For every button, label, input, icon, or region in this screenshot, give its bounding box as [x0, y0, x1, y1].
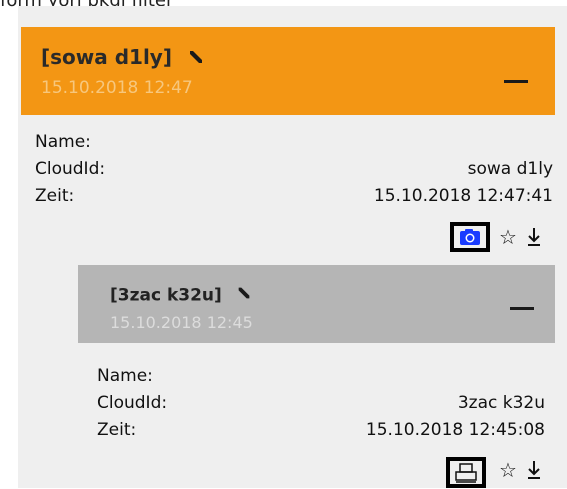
card2-header[interactable]: [3zac k32u] 15.10.2018 12:45	[78, 265, 555, 343]
card2-zeit-label: Zeit:	[97, 420, 137, 440]
card2-cloudid-value: 3zac k32u	[457, 393, 545, 413]
card2-date: 15.10.2018 12:45	[110, 313, 253, 332]
card1-cloudid-label: CloudId:	[35, 159, 106, 179]
star-icon[interactable]: ☆	[499, 227, 517, 247]
card2-zeit-value: 15.10.2018 12:45:08	[365, 420, 545, 440]
download-icon[interactable]	[527, 460, 541, 483]
star-icon[interactable]: ☆	[499, 460, 517, 480]
print-button[interactable]	[446, 457, 486, 488]
card1-title: [sowa d1ly]	[41, 45, 172, 69]
card1-zeit-value: 15.10.2018 12:47:41	[373, 186, 553, 206]
card1-name-label: Name:	[35, 132, 91, 152]
card1-header[interactable]: [sowa d1ly] 15.10.2018 12:47	[21, 27, 555, 115]
card2-title-row: [3zac k32u]	[110, 285, 252, 306]
camera-button[interactable]	[450, 222, 490, 252]
collapse-icon[interactable]	[504, 80, 528, 83]
pencil-icon[interactable]	[187, 47, 205, 71]
pencil-icon[interactable]	[236, 285, 252, 306]
card1-title-row: [sowa d1ly]	[41, 45, 205, 71]
printer-icon	[455, 463, 477, 483]
download-icon[interactable]	[527, 227, 541, 250]
card2-name-label: Name:	[97, 366, 153, 386]
card1-zeit-label: Zeit:	[35, 186, 75, 206]
collapse-icon[interactable]	[510, 307, 534, 310]
card1-cloudid-value: sowa d1ly	[467, 159, 553, 179]
camera-icon	[460, 229, 480, 245]
card2-title: [3zac k32u]	[110, 285, 222, 306]
card1-date: 15.10.2018 12:47	[41, 78, 193, 98]
card2-cloudid-label: CloudId:	[97, 393, 168, 413]
